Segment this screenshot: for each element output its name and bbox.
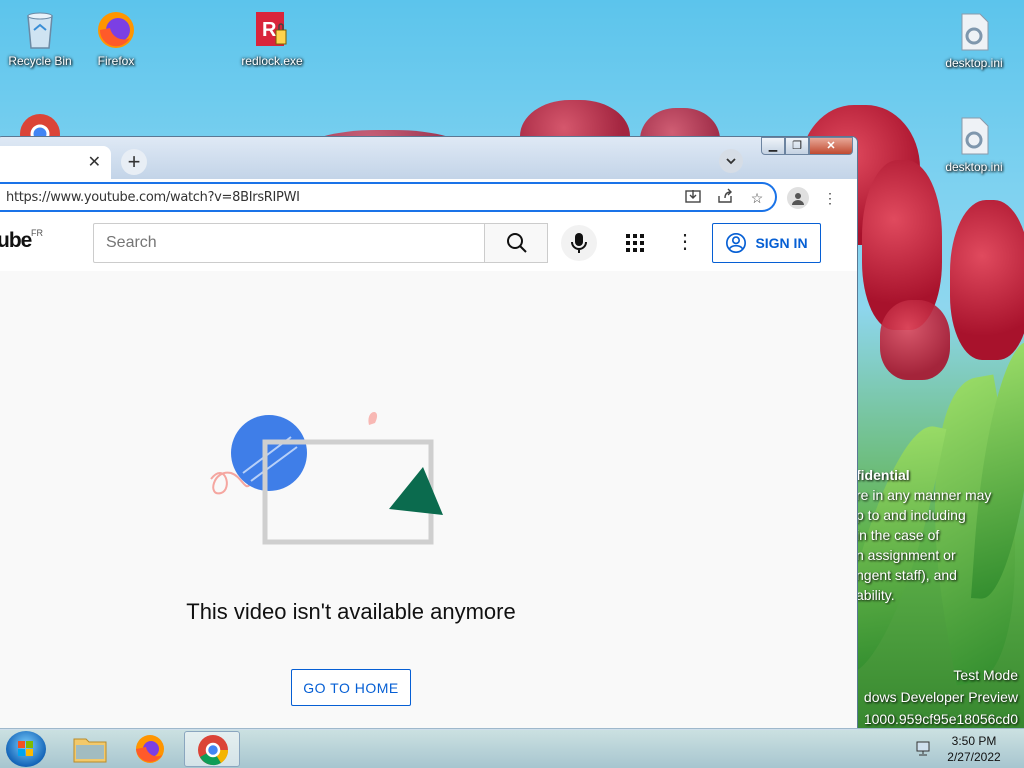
search-icon: [507, 233, 527, 253]
settings-file-icon: [952, 10, 996, 54]
recycle-bin-icon: [18, 8, 62, 52]
desktop-icon-label: desktop.ini: [945, 56, 1003, 70]
folder-icon: [73, 738, 107, 763]
unavailable-video-illustration: [210, 411, 443, 545]
tab-active[interactable]: ✕: [0, 146, 111, 179]
youtube-logo[interactable]: ube: [0, 229, 32, 253]
window-controls: ▁ ❐ ✕: [761, 137, 853, 157]
chrome-window: ✕ + ▁ ❐ ✕ https://www.youtube.com/watch?…: [0, 136, 858, 730]
start-button[interactable]: [6, 731, 46, 767]
chrome-icon: [198, 735, 229, 766]
install-app-icon[interactable]: [683, 188, 703, 208]
account-circle-icon: [726, 233, 747, 253]
new-tab-button[interactable]: +: [121, 149, 147, 175]
svg-text:R: R: [262, 19, 277, 41]
voice-search-button[interactable]: [561, 225, 597, 261]
desktop-icon-recycle-bin[interactable]: Recycle Bin: [0, 8, 80, 68]
clock-time: 3:50 PM: [951, 734, 997, 748]
apps-grid-icon[interactable]: [623, 231, 647, 255]
desktop-icon-desktop-ini-2[interactable]: desktop.ini: [934, 114, 1014, 174]
close-window-button[interactable]: ✕: [809, 137, 853, 155]
youtube-page: ube FR ⋮ SIGN IN: [0, 215, 857, 729]
desktop-icon-label: redlock.exe: [241, 54, 303, 68]
desktop-legal-notice: fidential re in any manner may p to and …: [856, 467, 992, 603]
microphone-icon: [571, 233, 587, 253]
settings-file-icon: [952, 114, 996, 158]
test-mode-watermark: Test Mode dows Developer Preview 1000.95…: [863, 667, 1018, 727]
minimize-button[interactable]: ▁: [761, 137, 785, 155]
firefox-icon: [94, 8, 138, 52]
address-bar[interactable]: https://www.youtube.com/watch?v=8BIrsRIP…: [0, 182, 777, 212]
url-text[interactable]: https://www.youtube.com/watch?v=8BIrsRIP…: [6, 190, 300, 205]
search-input[interactable]: [94, 224, 484, 262]
profile-avatar-icon[interactable]: [787, 187, 809, 209]
tab-close-icon[interactable]: ✕: [88, 152, 101, 172]
more-options-icon[interactable]: ⋮: [673, 229, 697, 257]
title-bar[interactable]: ✕ + ▁ ❐ ✕: [0, 137, 857, 179]
chrome-desktop-icon[interactable]: [18, 112, 62, 138]
region-code: FR: [31, 228, 43, 238]
desktop-icon-label: desktop.ini: [945, 160, 1003, 174]
taskbar-chrome[interactable]: [184, 731, 240, 767]
restore-button[interactable]: ❐: [785, 137, 809, 155]
network-icon[interactable]: [914, 739, 934, 759]
system-clock[interactable]: 3:50 PM 2/27/2022: [936, 733, 1012, 765]
windows-logo-icon: [18, 741, 33, 756]
taskbar-firefox[interactable]: [122, 731, 178, 767]
desktop-icon-redlock[interactable]: R redlock.exe: [232, 8, 312, 68]
tab-search-chevron-icon[interactable]: [719, 149, 743, 173]
search-button[interactable]: [484, 223, 548, 263]
desktop-icon-label: Recycle Bin: [8, 54, 72, 68]
go-to-home-button[interactable]: GO TO HOME: [291, 669, 411, 706]
redlock-icon: R: [250, 8, 294, 52]
search-field[interactable]: [93, 223, 485, 263]
clock-date: 2/27/2022: [947, 750, 1001, 764]
desktop-icon-label: Firefox: [97, 54, 135, 68]
browser-toolbar: https://www.youtube.com/watch?v=8BIrsRIP…: [0, 179, 857, 215]
unavailable-message: This video isn't available anymore: [186, 599, 516, 624]
share-icon[interactable]: [715, 188, 735, 208]
taskbar-explorer[interactable]: [62, 731, 118, 767]
sign-in-label: SIGN IN: [755, 235, 808, 251]
bookmark-star-icon[interactable]: ☆: [747, 188, 767, 208]
taskbar: 3:50 PM 2/27/2022: [0, 728, 1024, 768]
browser-menu-icon[interactable]: ⋮: [819, 187, 841, 209]
desktop-icon-firefox[interactable]: Firefox: [76, 8, 156, 68]
youtube-header: ube FR ⋮ SIGN IN: [0, 215, 857, 271]
firefox-icon: [136, 735, 164, 763]
sign-in-button[interactable]: SIGN IN: [712, 223, 821, 263]
desktop-icon-desktop-ini[interactable]: desktop.ini: [934, 10, 1014, 70]
